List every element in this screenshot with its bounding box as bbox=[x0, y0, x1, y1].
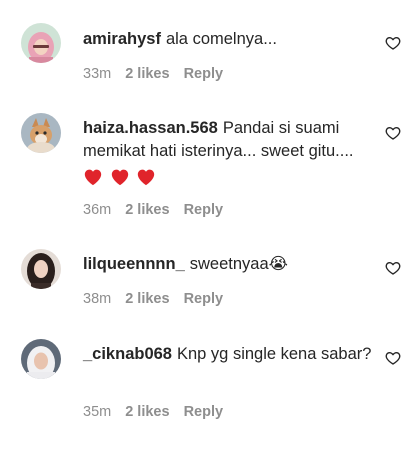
like-heart-icon[interactable] bbox=[385, 125, 401, 141]
comment-meta: 38m 2 likes Reply bbox=[83, 291, 237, 307]
comment-body: amirahysf ala comelnya... bbox=[83, 28, 373, 51]
comment-text: ala comelnya... bbox=[165, 30, 277, 48]
red-heart-emoji-icon bbox=[84, 169, 102, 185]
comment-username[interactable]: _ciknab068 bbox=[83, 345, 172, 363]
comment-meta: 36m 2 likes Reply bbox=[83, 202, 237, 218]
heart-emoji-row bbox=[83, 165, 158, 188]
avatar-girl-long-hair-icon bbox=[21, 249, 61, 289]
avatar[interactable] bbox=[21, 339, 61, 379]
comment-username[interactable]: haiza.hassan.568 bbox=[83, 119, 218, 137]
comment-username[interactable]: lilqueennnn_ bbox=[83, 255, 185, 273]
comment-time: 35m bbox=[83, 404, 112, 420]
like-heart-icon[interactable] bbox=[385, 260, 401, 276]
comment-body: _ciknab068 Knp yg single kena sabar? bbox=[83, 343, 373, 366]
comment-likes[interactable]: 2 likes bbox=[125, 66, 169, 82]
comment-likes[interactable]: 2 likes bbox=[125, 202, 169, 218]
like-heart-icon[interactable] bbox=[385, 350, 401, 366]
comment-username[interactable]: amirahysf bbox=[83, 30, 161, 48]
red-heart-emoji-icon bbox=[111, 169, 128, 185]
avatar[interactable] bbox=[21, 23, 61, 63]
comment-time: 36m bbox=[83, 202, 112, 218]
comment-likes[interactable]: 2 likes bbox=[125, 291, 169, 307]
comment-text: sweetnyaa😭 bbox=[189, 255, 288, 273]
avatar-girl-hijab-pink-icon bbox=[21, 23, 61, 63]
reply-button[interactable]: Reply bbox=[184, 66, 224, 82]
red-heart-emoji-icon bbox=[138, 169, 155, 185]
reply-button[interactable]: Reply bbox=[184, 291, 224, 307]
avatar-girl-hijab-white-icon bbox=[21, 339, 61, 379]
comment-likes[interactable]: 2 likes bbox=[125, 404, 169, 420]
avatar[interactable] bbox=[21, 113, 61, 153]
comment-body: haiza.hassan.568 Pandai si suami memikat … bbox=[83, 117, 373, 188]
comment-body: lilqueennnn_ sweetnyaa😭 bbox=[83, 253, 373, 276]
comment-meta: 35m 2 likes Reply bbox=[83, 404, 237, 420]
avatar[interactable] bbox=[21, 249, 61, 289]
comment-meta: 33m 2 likes Reply bbox=[83, 66, 237, 82]
reply-button[interactable]: Reply bbox=[184, 202, 224, 218]
comment-time: 38m bbox=[83, 291, 112, 307]
reply-button[interactable]: Reply bbox=[184, 404, 224, 420]
avatar-cat-icon bbox=[21, 113, 61, 153]
comment-text: Knp yg single kena sabar? bbox=[176, 345, 372, 363]
comment-time: 33m bbox=[83, 66, 112, 82]
like-heart-icon[interactable] bbox=[385, 35, 401, 51]
